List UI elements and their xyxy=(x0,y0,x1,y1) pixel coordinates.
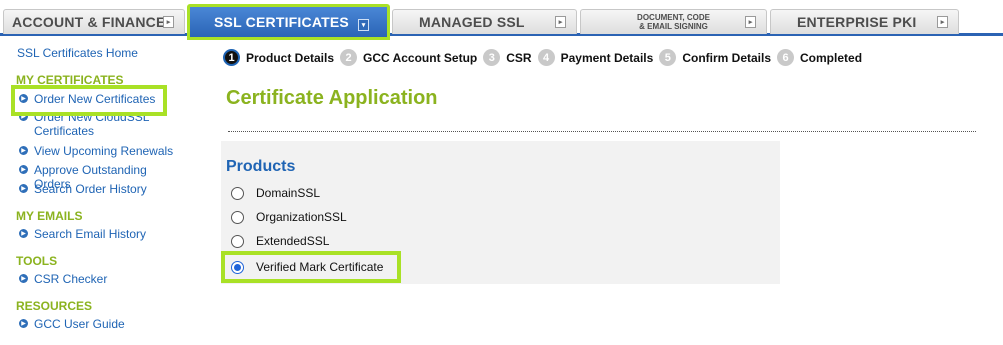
tab-account-finance[interactable]: ACCOUNT & FINANCE ▸ xyxy=(3,9,185,34)
sidebar-item-gcc-user-guide[interactable]: ▶ GCC User Guide xyxy=(19,317,184,331)
circle-arrow-icon: ▶ xyxy=(19,165,28,174)
sidebar-heading-tools: TOOLS xyxy=(16,254,58,268)
step-label: Payment Details xyxy=(560,50,654,65)
tab-arrow-icon: ▸ xyxy=(163,16,174,28)
option-extendedssl[interactable]: ExtendedSSL xyxy=(231,234,329,248)
step-label: Confirm Details xyxy=(682,50,772,65)
tab-arrow-icon: ▸ xyxy=(937,16,948,28)
step-gcc-account-setup: 2 GCC Account Setup xyxy=(340,49,477,66)
tab-arrow-icon: ▸ xyxy=(555,16,566,28)
step-label: Completed xyxy=(800,50,863,65)
step-completed: 6 Completed xyxy=(777,49,862,66)
tab-arrow-icon: ▾ xyxy=(358,19,369,31)
products-panel: Products DomainSSL OrganizationSSL Exten… xyxy=(221,141,780,284)
step-number: 6 xyxy=(777,49,795,66)
tab-label: DOCUMENT, CODE & EMAIL SIGNING xyxy=(637,13,710,31)
tab-label: ACCOUNT & FINANCE xyxy=(12,14,166,30)
sidebar-item-label: GCC User Guide xyxy=(34,317,125,331)
tab-label-line1: DOCUMENT, CODE xyxy=(637,13,710,22)
option-label: ExtendedSSL xyxy=(256,234,330,248)
step-number: 4 xyxy=(537,49,555,66)
circle-arrow-icon: ▶ xyxy=(19,184,28,193)
option-domainssl[interactable]: DomainSSL xyxy=(231,186,320,200)
step-label: CSR xyxy=(506,50,532,65)
sidebar-home-link[interactable]: SSL Certificates Home xyxy=(17,46,138,60)
step-label: Product Details xyxy=(246,50,335,65)
option-organizationssl[interactable]: OrganizationSSL xyxy=(231,210,347,224)
tab-document-code-email-signing[interactable]: DOCUMENT, CODE & EMAIL SIGNING ▸ xyxy=(580,9,767,34)
tab-managed-ssl[interactable]: MANAGED SSL ▸ xyxy=(392,9,577,34)
sidebar-item-csr-checker[interactable]: ▶ CSR Checker xyxy=(19,272,184,286)
sidebar-item-search-email-history[interactable]: ▶ Search Email History xyxy=(19,227,184,241)
tab-arrow-icon: ▸ xyxy=(745,16,756,28)
sidebar-item-search-order-history[interactable]: ▶ Search Order History xyxy=(19,182,184,196)
sidebar-heading-resources: RESOURCES xyxy=(16,299,93,313)
option-label: DomainSSL xyxy=(256,186,321,200)
circle-arrow-icon: ▶ xyxy=(19,274,28,283)
step-product-details: 1 Product Details xyxy=(223,49,334,66)
circle-arrow-icon: ▶ xyxy=(19,146,28,155)
radio-button[interactable] xyxy=(231,234,244,248)
step-csr: 3 CSR xyxy=(483,49,532,66)
step-number: 5 xyxy=(659,49,677,66)
sidebar-item-view-upcoming-renewals[interactable]: ▶ View Upcoming Renewals xyxy=(19,144,184,158)
sidebar-item-label: Search Email History xyxy=(34,227,147,241)
highlight-box-order-new xyxy=(11,85,167,116)
step-progress: 1 Product Details 2 GCC Account Setup 3 … xyxy=(223,49,868,66)
dotted-divider xyxy=(228,131,976,132)
step-number: 3 xyxy=(483,49,501,66)
tab-ssl-certificates[interactable]: SSL CERTIFICATES ▾ xyxy=(187,4,390,40)
step-number: 2 xyxy=(340,49,358,66)
page-title: Certificate Application xyxy=(226,87,438,109)
sidebar-item-label: CSR Checker xyxy=(34,272,108,286)
step-payment-details: 4 Payment Details xyxy=(537,49,654,66)
radio-button[interactable] xyxy=(231,210,244,224)
radio-button[interactable] xyxy=(231,186,244,200)
sidebar-item-label: Search Order History xyxy=(34,182,147,196)
step-label: GCC Account Setup xyxy=(363,50,478,65)
products-heading: Products xyxy=(226,158,296,175)
sidebar-item-label: View Upcoming Renewals xyxy=(34,144,174,158)
top-navigation: ACCOUNT & FINANCE ▸ SSL CERTIFICATES ▾ M… xyxy=(0,0,1003,44)
step-number: 1 xyxy=(223,49,240,66)
option-label: OrganizationSSL xyxy=(256,210,347,224)
sidebar-heading-my-emails: MY EMAILS xyxy=(16,209,83,223)
tab-label: ENTERPRISE PKI xyxy=(797,14,917,30)
highlight-box-vmc xyxy=(221,251,401,283)
circle-arrow-icon: ▶ xyxy=(19,229,28,238)
circle-arrow-icon: ▶ xyxy=(19,319,28,328)
tab-label-line2: & EMAIL SIGNING xyxy=(639,22,708,31)
tab-label: SSL CERTIFICATES xyxy=(214,14,349,30)
step-confirm-details: 5 Confirm Details xyxy=(659,49,771,66)
tab-label: MANAGED SSL xyxy=(419,14,525,30)
tab-enterprise-pki[interactable]: ENTERPRISE PKI ▸ xyxy=(770,9,959,34)
